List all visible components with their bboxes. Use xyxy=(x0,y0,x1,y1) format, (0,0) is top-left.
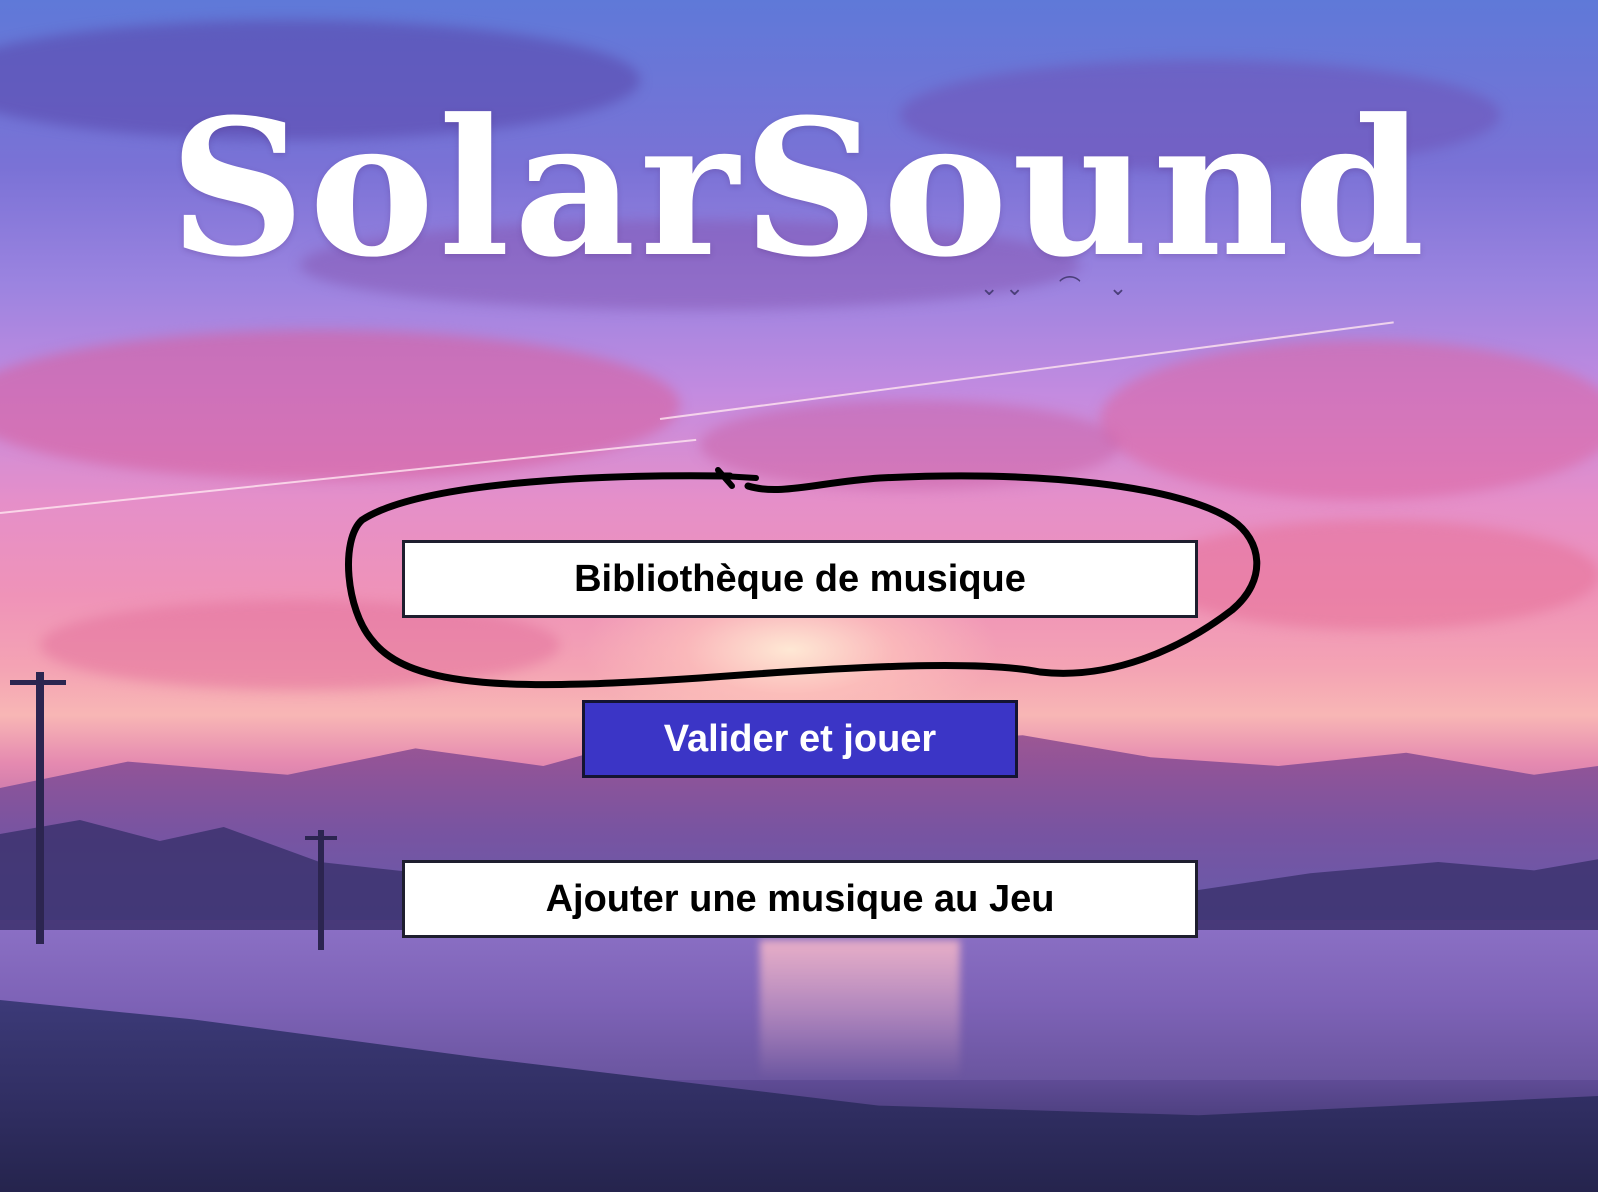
cloud xyxy=(1100,340,1598,500)
music-library-button[interactable]: Bibliothèque de musique xyxy=(402,540,1198,618)
cloud xyxy=(700,400,1120,490)
utility-pole xyxy=(36,672,44,944)
utility-pole xyxy=(10,680,66,685)
utility-pole xyxy=(305,836,337,840)
validate-and-play-button[interactable]: Valider et jouer xyxy=(582,700,1018,778)
sun-reflection xyxy=(760,940,960,1080)
add-music-button[interactable]: Ajouter une musique au Jeu xyxy=(402,860,1198,938)
utility-pole xyxy=(318,830,324,950)
game-title: SolarSound xyxy=(169,78,1429,299)
cloud xyxy=(1150,520,1598,630)
menu-screen: ⌄ ⌄ ⌒ ⌄ SolarSound Bibliothèque de musiq… xyxy=(0,0,1598,1192)
